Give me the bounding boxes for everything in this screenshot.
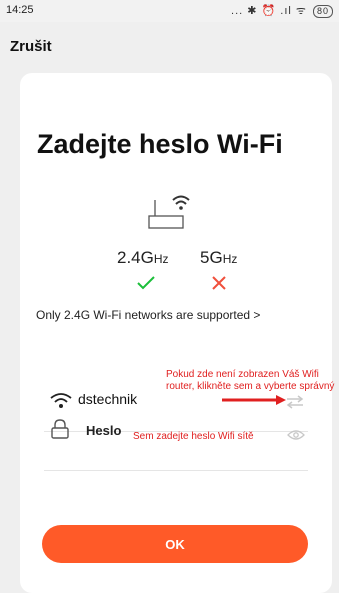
page-title: Zadejte heslo Wi-Fi [37, 129, 283, 159]
status-icons: ... ✱ ⏰ .ıl ᯤ 80 [231, 3, 333, 18]
divider [44, 470, 308, 471]
wifi-icon [50, 393, 72, 408]
wifi-network-row[interactable]: dstechnik [42, 384, 312, 414]
router-icon [148, 195, 190, 229]
band-5ghz-label: 5GHz [200, 248, 238, 267]
band-24ghz-label: 2.4GHz [117, 248, 169, 267]
wifi-ssid: dstechnik [78, 391, 138, 407]
battery-icon: 80 [312, 5, 333, 18]
password-input[interactable] [86, 423, 132, 438]
eye-icon[interactable] [287, 429, 305, 441]
status-time: 14:25 [6, 4, 34, 16]
cancel-button[interactable]: Zrušit [10, 38, 52, 55]
check-icon [137, 276, 155, 290]
cross-icon [212, 276, 226, 290]
password-hint-annotation: Sem zadejte heslo Wifi sítě [133, 431, 254, 442]
status-indicator-icons: ... ✱ ⏰ .ıl ᯤ [231, 5, 307, 17]
status-bar: 14:25 ... ✱ ⏰ .ıl ᯤ 80 [0, 0, 339, 22]
lock-icon [51, 419, 69, 439]
switch-network-icon[interactable] [286, 395, 304, 409]
supported-networks-link[interactable]: Only 2.4G Wi-Fi networks are supported > [36, 308, 260, 322]
ok-button[interactable]: OK [42, 525, 308, 563]
